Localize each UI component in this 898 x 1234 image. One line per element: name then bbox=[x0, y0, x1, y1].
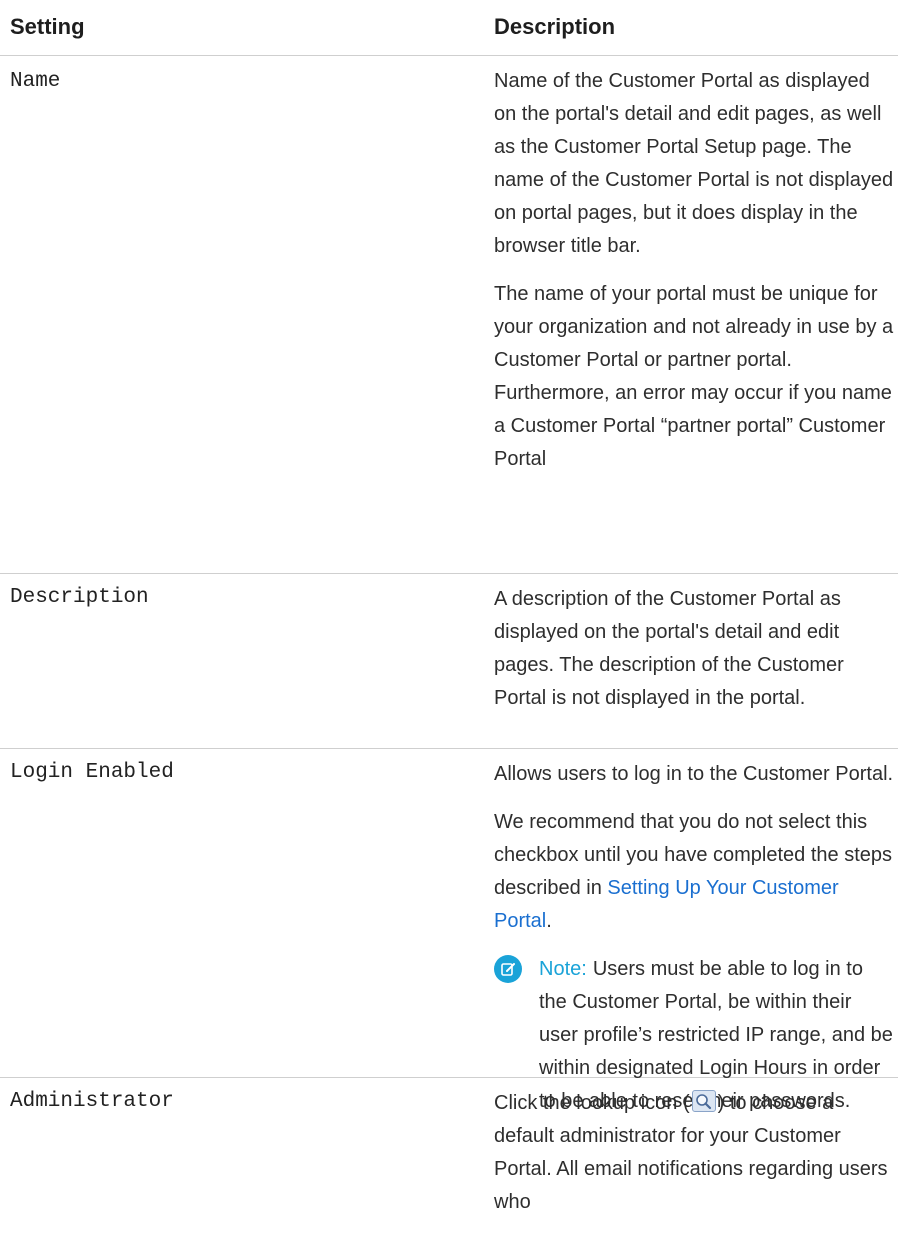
setting-name: Description bbox=[10, 586, 149, 609]
description-paragraph: A description of the Customer Portal as … bbox=[494, 588, 844, 709]
description-paragraph: Allows users to log in to the Customer P… bbox=[494, 763, 894, 785]
note-label: Note: bbox=[539, 958, 587, 980]
description-text: A description of the Customer Portal as … bbox=[494, 583, 894, 730]
description-paragraph: Name of the Customer Portal as displayed… bbox=[494, 70, 894, 257]
paragraph-text: Click the lookup icon ( bbox=[494, 1092, 690, 1114]
description-paragraph: We recommend that you do not select this… bbox=[494, 806, 894, 938]
description-name: Name of the Customer Portal as displayed… bbox=[494, 65, 894, 491]
description-paragraph: The name of your portal must be unique f… bbox=[494, 283, 894, 470]
setting-name: Login Enabled bbox=[10, 761, 174, 784]
edit-note-icon bbox=[494, 955, 522, 983]
description-text: Click the lookup icon ( ) to choose a de… bbox=[494, 1087, 894, 1234]
table-row-login-enabled: Login Enabled Allows users to log in to … bbox=[0, 749, 898, 1112]
table-header: Setting Description bbox=[0, 0, 898, 56]
settings-table: Setting Description Name Name of the Cus… bbox=[0, 0, 898, 1213]
setting-column-header: Setting bbox=[10, 14, 85, 39]
table-row-name: Name Name of the Customer Portal as disp… bbox=[0, 56, 898, 574]
description-column-header: Description bbox=[494, 14, 616, 39]
setting-name: Name bbox=[10, 70, 61, 93]
setting-name: Administrator bbox=[10, 1090, 174, 1113]
lookup-icon bbox=[691, 1090, 716, 1112]
table-row-administrator: Administrator Click the lookup icon ( ) … bbox=[0, 1078, 898, 1213]
paragraph-text: . bbox=[546, 910, 552, 932]
description-paragraph: Click the lookup icon ( ) to choose a de… bbox=[494, 1087, 894, 1219]
table-row-description: Description A description of the Custome… bbox=[0, 574, 898, 749]
description-text: Allows users to log in to the Customer P… bbox=[494, 758, 894, 1118]
